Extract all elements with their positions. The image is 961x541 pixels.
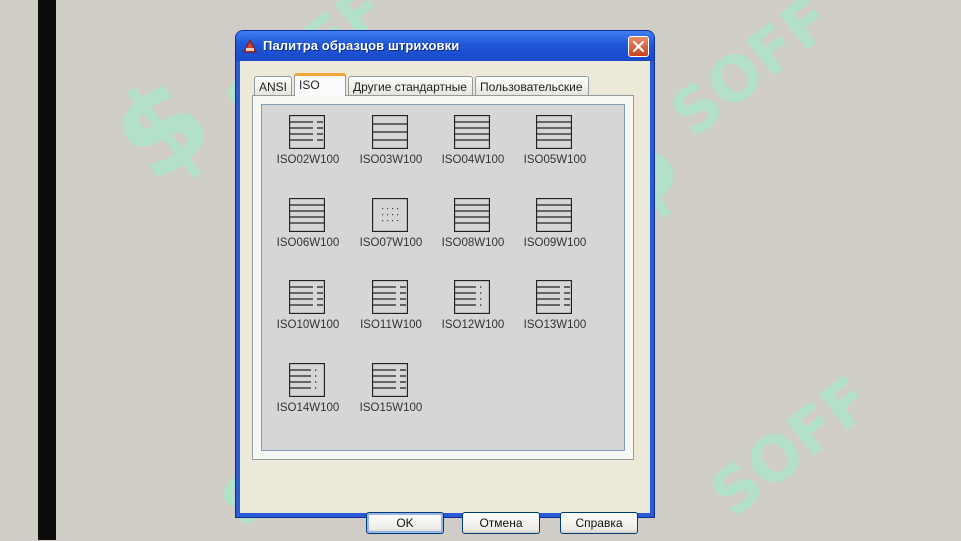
pattern-label: ISO12W100 [441,319,505,331]
pattern-label: ISO13W100 [523,319,587,331]
pattern-label: ISO11W100 [360,319,422,331]
pattern-label: ISO06W100 [276,237,340,249]
tab-custom[interactable]: Пользовательские [475,76,589,95]
hatch-pattern-icon [289,198,325,232]
hatch-pattern-icon [289,115,325,149]
pattern-label: ISO07W100 [359,237,423,249]
pattern-label: ISO05W100 [523,154,587,166]
close-icon [632,40,645,53]
pattern-label: ISO04W100 [441,154,505,166]
help-button[interactable]: Справка [560,512,638,534]
watermark-text: SOFF [696,361,886,532]
dialog-client: ANSI ISO Другие стандартные Пользователь… [240,61,650,534]
pattern-label: ISO15W100 [359,402,423,414]
pattern-list[interactable]: ISO02W100 ISO03W100 ISO04W100 ISO05W100 ISO0… [261,104,625,451]
pattern-swatch[interactable]: ISO08W100 [432,198,514,268]
hatch-pattern-icon [289,363,325,397]
pattern-swatch[interactable]: ISO13W100 [514,280,596,350]
title-bar[interactable]: Палитра образцов штриховки [236,31,654,61]
pattern-label: ISO03W100 [359,154,423,166]
hatch-pattern-icon [454,198,490,232]
hatch-palette-dialog: Палитра образцов штриховки ANSI ISO Друг… [236,31,654,534]
watermark-logo: $ [86,49,238,210]
pattern-swatch[interactable]: ISO14W100 [267,363,349,433]
hatch-pattern-icon [536,115,572,149]
pattern-label: ISO02W100 [276,154,340,166]
dialog-title: Палитра образцов штриховки [263,38,460,53]
hatch-pattern-icon [372,363,408,397]
watermark-text: SOFF [656,0,846,152]
pattern-swatch[interactable]: ISO09W100 [514,198,596,268]
pattern-swatch[interactable]: ISO06W100 [267,198,349,268]
tab-ansi[interactable]: ANSI [254,76,292,95]
iso-tab-panel: ISO02W100 ISO03W100 ISO04W100 ISO05W100 ISO0… [252,95,634,460]
pattern-label: ISO08W100 [441,237,505,249]
pattern-swatch[interactable]: ISO10W100 [267,280,349,350]
pattern-swatch[interactable]: ISO05W100 [514,115,596,185]
pattern-swatch[interactable]: ISO15W100 [350,363,432,433]
hatch-pattern-icon [372,280,408,314]
pattern-label: ISO10W100 [276,319,340,331]
hatch-pattern-icon [454,115,490,149]
pattern-swatch[interactable]: ISO12W100 [432,280,514,350]
close-button[interactable] [628,36,649,57]
hatch-pattern-icon [372,198,408,232]
hatch-pattern-icon [536,280,572,314]
pattern-label: ISO14W100 [276,402,340,414]
pattern-swatch[interactable]: ISO07W100 [350,198,432,268]
hatch-pattern-icon [454,280,490,314]
pattern-label: ISO09W100 [523,237,587,249]
ok-button[interactable]: OK [366,512,444,534]
pattern-swatch[interactable]: ISO03W100 [350,115,432,185]
pattern-swatch[interactable]: ISO02W100 [267,115,349,185]
hatch-pattern-icon [536,198,572,232]
pattern-swatch[interactable]: ISO11W100 [350,280,432,350]
app-icon [243,39,257,53]
left-dark-bar [38,0,56,540]
tab-other-standard[interactable]: Другие стандартные [348,76,473,95]
tab-iso[interactable]: ISO [294,73,346,96]
hatch-pattern-icon [289,280,325,314]
cancel-button[interactable]: Отмена [462,512,540,534]
pattern-swatch[interactable]: ISO04W100 [432,115,514,185]
hatch-pattern-icon [372,115,408,149]
